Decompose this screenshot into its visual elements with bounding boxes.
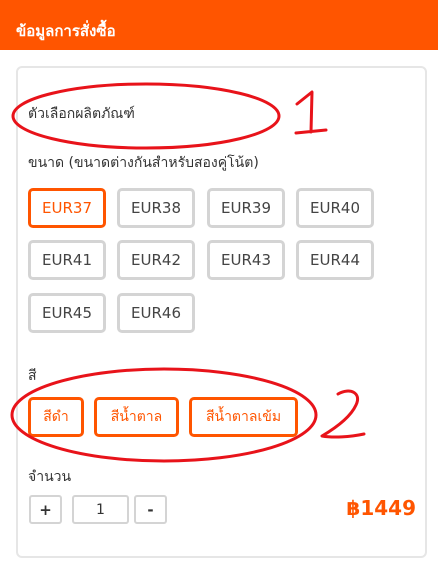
size-option-eur41[interactable]: EUR41: [28, 240, 106, 280]
color-option-black[interactable]: สีดำ: [28, 397, 84, 437]
quantity-increase-button[interactable]: +: [29, 495, 62, 524]
price-total: ฿1449: [346, 496, 416, 520]
quantity-label: จำนวน: [28, 469, 72, 485]
size-option-eur40[interactable]: EUR40: [296, 188, 374, 228]
size-option-eur37[interactable]: EUR37: [28, 188, 106, 228]
size-option-eur39[interactable]: EUR39: [207, 188, 285, 228]
size-option-eur44[interactable]: EUR44: [296, 240, 374, 280]
header-title: ข้อมูลการสั่งซื้อ: [16, 22, 116, 40]
size-option-eur42[interactable]: EUR42: [117, 240, 195, 280]
quantity-decrease-button[interactable]: -: [134, 495, 167, 524]
size-option-eur43[interactable]: EUR43: [207, 240, 285, 280]
color-label: สี: [28, 368, 37, 384]
size-option-eur38[interactable]: EUR38: [117, 188, 195, 228]
size-label: ขนาด (ขนาดต่างกันสำหรับสองคู่โน้ต): [28, 155, 259, 171]
page-header: ข้อมูลการสั่งซื้อ: [0, 0, 438, 56]
color-option-brown[interactable]: สีน้ำตาล: [94, 397, 179, 437]
size-option-eur45[interactable]: EUR45: [28, 293, 106, 333]
size-option-eur46[interactable]: EUR46: [117, 293, 195, 333]
options-section-title: ตัวเลือกผลิตภัณฑ์: [28, 106, 135, 122]
quantity-input[interactable]: [72, 495, 129, 524]
color-option-dark-brown[interactable]: สีน้ำตาลเข้ม: [189, 397, 298, 437]
